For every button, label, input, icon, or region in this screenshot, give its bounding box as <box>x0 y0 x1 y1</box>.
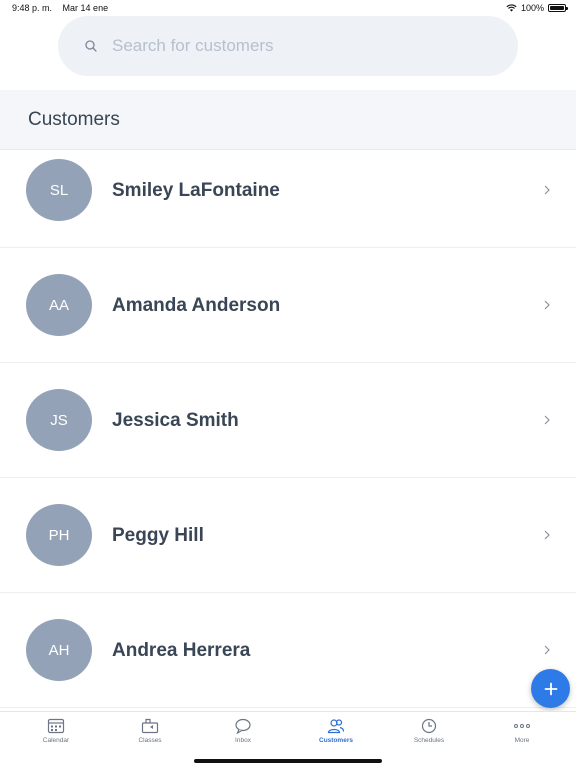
status-bar: 9:48 p. m. Mar 14 ene 100% <box>0 0 576 16</box>
customer-row[interactable]: AH Andrea Herrera <box>0 593 576 708</box>
status-right: 100% <box>506 3 568 13</box>
search-input[interactable] <box>112 36 472 56</box>
customer-name: Peggy Hill <box>112 525 204 546</box>
status-date: Mar 14 ene <box>62 3 109 13</box>
tab-label: Customers <box>319 737 353 744</box>
chevron-right-icon <box>544 645 550 655</box>
avatar: AH <box>26 619 92 681</box>
tab-classes[interactable]: Classes <box>103 718 197 758</box>
customer-row[interactable]: JS Jessica Smith <box>0 363 576 478</box>
chat-bubbles-icon <box>235 718 251 734</box>
customers-section-header: Customers <box>0 90 576 150</box>
customer-name: Amanda Anderson <box>112 295 281 316</box>
add-customer-button[interactable] <box>531 669 570 708</box>
status-left: 9:48 p. m. Mar 14 ene <box>12 3 116 13</box>
status-time: 9:48 p. m. <box>12 3 53 13</box>
tab-customers[interactable]: Customers <box>289 718 383 758</box>
classes-icon <box>141 718 159 734</box>
tab-schedules[interactable]: Schedules <box>382 718 476 758</box>
customer-row[interactable]: PH Peggy Hill <box>0 478 576 593</box>
battery-icon <box>548 4 568 12</box>
people-icon <box>327 719 345 734</box>
search-bar[interactable] <box>58 16 518 76</box>
more-dots-icon <box>514 724 530 728</box>
customer-name: Andrea Herrera <box>112 640 251 661</box>
tab-label: Calendar <box>42 737 70 744</box>
customer-row[interactable]: AA Amanda Anderson <box>0 248 576 363</box>
tab-label: More <box>514 737 530 744</box>
chevron-right-icon <box>544 530 550 540</box>
section-title: Customers <box>28 109 120 130</box>
customer-row[interactable]: SL Smiley LaFontaine <box>0 151 576 248</box>
tab-calendar[interactable]: Calendar <box>9 718 103 758</box>
avatar: PH <box>26 504 92 566</box>
tab-label: Inbox <box>235 737 251 744</box>
chevron-right-icon <box>544 300 550 310</box>
avatar: JS <box>26 389 92 451</box>
home-indicator[interactable] <box>194 759 382 763</box>
tab-label: Classes <box>138 737 162 744</box>
tab-label: Schedules <box>413 737 445 744</box>
search-icon <box>85 40 97 52</box>
chevron-right-icon <box>544 185 550 195</box>
avatar: SL <box>26 159 92 221</box>
avatar: AA <box>26 274 92 336</box>
calendar-icon <box>47 718 65 734</box>
customer-name: Smiley LaFontaine <box>112 180 280 201</box>
customer-name: Jessica Smith <box>112 410 239 431</box>
plus-icon <box>544 682 557 695</box>
clock-icon <box>421 718 437 734</box>
tab-more[interactable]: More <box>475 718 569 758</box>
wifi-icon <box>506 4 517 12</box>
battery-percent: 100% <box>520 3 544 13</box>
customer-list: SL Smiley LaFontaine AA Amanda Anderson … <box>0 151 576 708</box>
chevron-right-icon <box>544 415 550 425</box>
tab-inbox[interactable]: Inbox <box>196 718 290 758</box>
